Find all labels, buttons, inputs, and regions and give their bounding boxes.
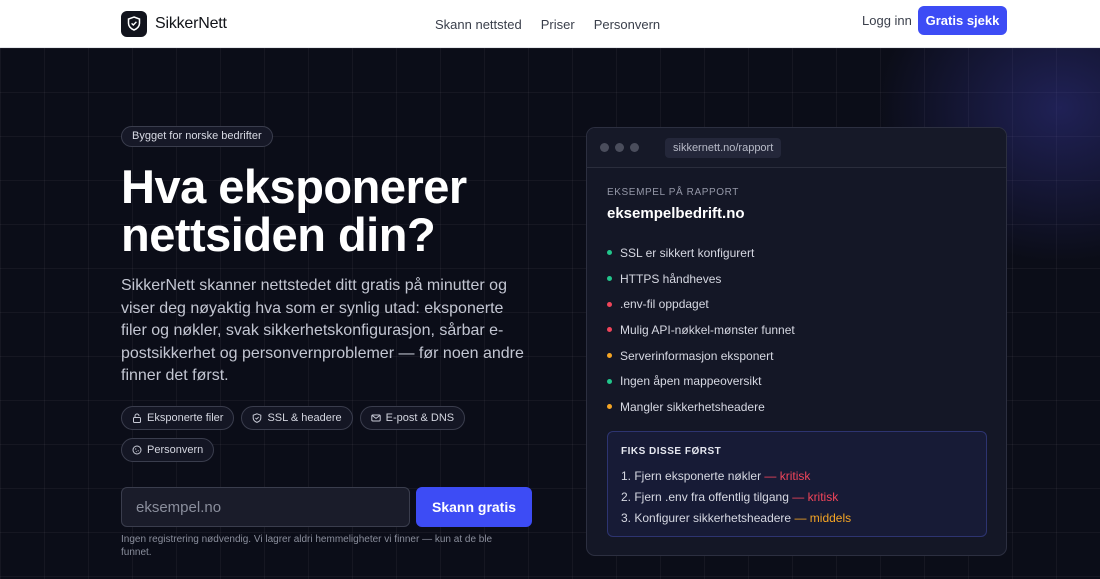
finding-text: Serverinformasjon eksponert [620, 348, 774, 363]
fix-first-box: FIKS DISSE FØRST 1. Fjern eksponerte nøk… [607, 431, 987, 537]
main-nav: Skann nettsted Priser Personvern [435, 0, 660, 48]
chip-privacy: Personvern [121, 438, 215, 462]
finding-item: Serverinformasjon eksponert [607, 343, 795, 369]
status-dot [607, 327, 612, 333]
window-dot [600, 143, 609, 152]
brand-name: SikkerNett [155, 14, 227, 32]
report-preview-card: sikkernett.no/rapport EKSEMPEL PÅ RAPPOR… [586, 127, 1007, 556]
finding-text: SSL er sikkert konfigurert [620, 245, 755, 260]
report-domain: eksempelbedrift.no [607, 205, 745, 222]
site-header: SikkerNett Skann nettsted Priser Personv… [0, 0, 1100, 48]
fix-separator: — [791, 511, 810, 525]
finding-item: .env-fil oppdaget [607, 291, 795, 317]
severity-label: middels [809, 511, 852, 525]
brand[interactable]: SikkerNett [121, 10, 227, 37]
finding-text: Ingen åpen mappeoversikt [620, 374, 762, 389]
fix-item: 2. Fjern .env fra offentlig tilgang — kr… [621, 487, 851, 508]
scan-free-button[interactable]: Skann gratis [416, 487, 532, 527]
hero-title: Hva eksponerer nettsiden din? [121, 160, 467, 261]
finding-text: Mangler sikkerhetsheadere [620, 399, 765, 414]
fix-text: 2. Fjern .env fra offentlig tilgang [621, 490, 789, 504]
status-dot [607, 353, 612, 359]
shield-icon [253, 413, 262, 423]
nav-link-privacy[interactable]: Personvern [594, 17, 660, 32]
chip-label: Eksponerte filer [147, 412, 224, 424]
finding-item: Ingen åpen mappeoversikt [607, 368, 795, 394]
finding-text: .env-fil oppdaget [620, 297, 709, 312]
chip-label: SSL & headere [267, 412, 342, 424]
status-dot [607, 276, 612, 282]
window-dot [630, 143, 639, 152]
free-check-button[interactable]: Gratis sjekk [918, 6, 1007, 35]
domain-input[interactable] [121, 487, 410, 527]
severity-label: kritisk [779, 469, 811, 483]
hero-badge: Bygget for norske bedrifter [121, 126, 273, 147]
fix-text: 1. Fjern eksponerte nøkler [621, 469, 762, 483]
mail-icon [370, 414, 381, 422]
nav-link-pricing[interactable]: Priser [541, 17, 575, 32]
fix-title: FIKS DISSE FØRST [621, 446, 722, 457]
severity-label: kritisk [807, 490, 839, 504]
login-link[interactable]: Logg inn [862, 13, 912, 28]
feature-chips: Eksponerte filer SSL & headere E-post & … [121, 406, 541, 462]
findings-list: SSL er sikkert konfigurert HTTPS håndhev… [607, 240, 795, 420]
browser-bar: sikkernett.no/rapport [587, 128, 1006, 168]
logo-shield-icon [121, 10, 147, 37]
window-dot [615, 143, 624, 152]
status-dot [607, 250, 612, 256]
chip-email-dns: E-post & DNS [359, 406, 466, 430]
status-dot [607, 378, 612, 384]
finding-item: SSL er sikkert konfigurert [607, 240, 795, 266]
lock-icon [133, 413, 141, 423]
fix-separator: — [761, 469, 780, 483]
fix-item: 3. Konfigurer sikkerhetsheadere — middel… [621, 508, 851, 529]
fix-item: 1. Fjern eksponerte nøkler — kritisk [621, 466, 851, 487]
status-dot [607, 404, 612, 410]
finding-text: Mulig API-nøkkel-mønster funnet [620, 322, 795, 337]
hero-description: SikkerNett skanner nettstedet ditt grati… [121, 277, 524, 384]
finding-item: Mangler sikkerhetsheadere [607, 394, 795, 420]
status-dot [607, 301, 612, 307]
report-url: sikkernett.no/rapport [665, 137, 782, 158]
fix-text: 3. Konfigurer sikkerhetsheadere [621, 511, 792, 525]
chip-label: Personvern [147, 444, 204, 456]
fix-separator: — [788, 490, 808, 504]
privacy-note: Ingen registrering nødvendig. Vi lagrer … [121, 534, 493, 558]
chip-exposed-files: Eksponerte filer [121, 406, 235, 430]
chip-label: E-post & DNS [385, 412, 455, 424]
finding-item: HTTPS håndheves [607, 266, 795, 292]
cookie-icon [132, 445, 142, 455]
chip-ssl-headers: SSL & headere [241, 406, 353, 430]
fix-list: 1. Fjern eksponerte nøkler — kritisk 2. … [621, 466, 851, 529]
report-kicker: EKSEMPEL PÅ RAPPORT [607, 187, 739, 198]
finding-item: Mulig API-nøkkel-mønster funnet [607, 317, 795, 343]
nav-link-scan[interactable]: Skann nettsted [435, 17, 522, 32]
finding-text: HTTPS håndheves [620, 271, 722, 286]
